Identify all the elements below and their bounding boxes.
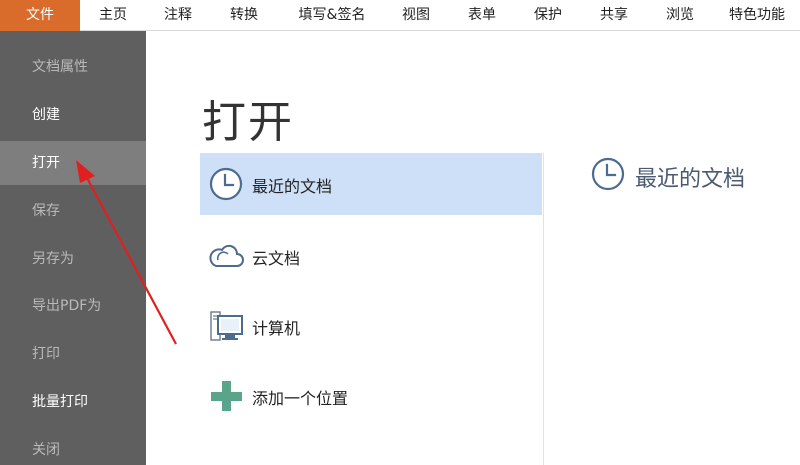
tab-fill-sign[interactable]: 填写&签名 (280, 0, 384, 31)
tab-annotate[interactable]: 注释 (146, 0, 210, 31)
location-computer[interactable]: 计算机 (200, 295, 542, 357)
location-label: 最近的文档 (252, 177, 333, 196)
location-list: 最近的文档 云文档 计算机 添加一个位置 (200, 153, 544, 465)
menu-bar: 文件 主页 注释 转换 填写&签名 视图 表单 保护 共享 浏览 特色功能 (0, 0, 800, 31)
tab-convert[interactable]: 转换 (212, 0, 276, 31)
tab-protect[interactable]: 保护 (516, 0, 580, 31)
location-add-place[interactable]: 添加一个位置 (200, 365, 542, 427)
plus-icon (211, 381, 242, 411)
backstage-sidebar: 文档属性 创建 打开 保存 另存为 导出PDF为 打印 批量打印 关闭 (0, 31, 146, 465)
sidebar-item-close[interactable]: 关闭 (0, 428, 146, 465)
clock-icon (591, 157, 625, 191)
tab-form[interactable]: 表单 (450, 0, 514, 31)
tab-share[interactable]: 共享 (582, 0, 646, 31)
location-recent-documents[interactable]: 最近的文档 (200, 153, 542, 215)
sidebar-item-export-pdf[interactable]: 导出PDF为 (0, 284, 146, 328)
tab-file[interactable]: 文件 (0, 0, 80, 31)
sidebar-item-open[interactable]: 打开 (0, 141, 146, 185)
sidebar-item-print[interactable]: 打印 (0, 332, 146, 376)
tab-home[interactable]: 主页 (82, 0, 144, 31)
sidebar-item-batch-print[interactable]: 批量打印 (0, 380, 146, 424)
sidebar-item-save[interactable]: 保存 (0, 189, 146, 233)
clock-icon (209, 167, 243, 201)
page-title: 打开 (202, 97, 294, 148)
sidebar-item-create[interactable]: 创建 (0, 93, 146, 137)
location-cloud-documents[interactable]: 云文档 (200, 225, 542, 287)
tab-browse[interactable]: 浏览 (648, 0, 712, 31)
sidebar-item-document-properties[interactable]: 文档属性 (0, 45, 146, 89)
computer-icon (210, 311, 243, 341)
tab-special-features[interactable]: 特色功能 (714, 0, 800, 31)
location-label: 计算机 (252, 319, 301, 338)
location-label: 添加一个位置 (252, 389, 349, 408)
sidebar-item-save-as[interactable]: 另存为 (0, 237, 146, 281)
recent-documents-title: 最近的文档 (635, 167, 746, 192)
tab-view[interactable]: 视图 (386, 0, 446, 31)
cloud-icon (209, 244, 244, 267)
location-label: 云文档 (252, 249, 301, 268)
